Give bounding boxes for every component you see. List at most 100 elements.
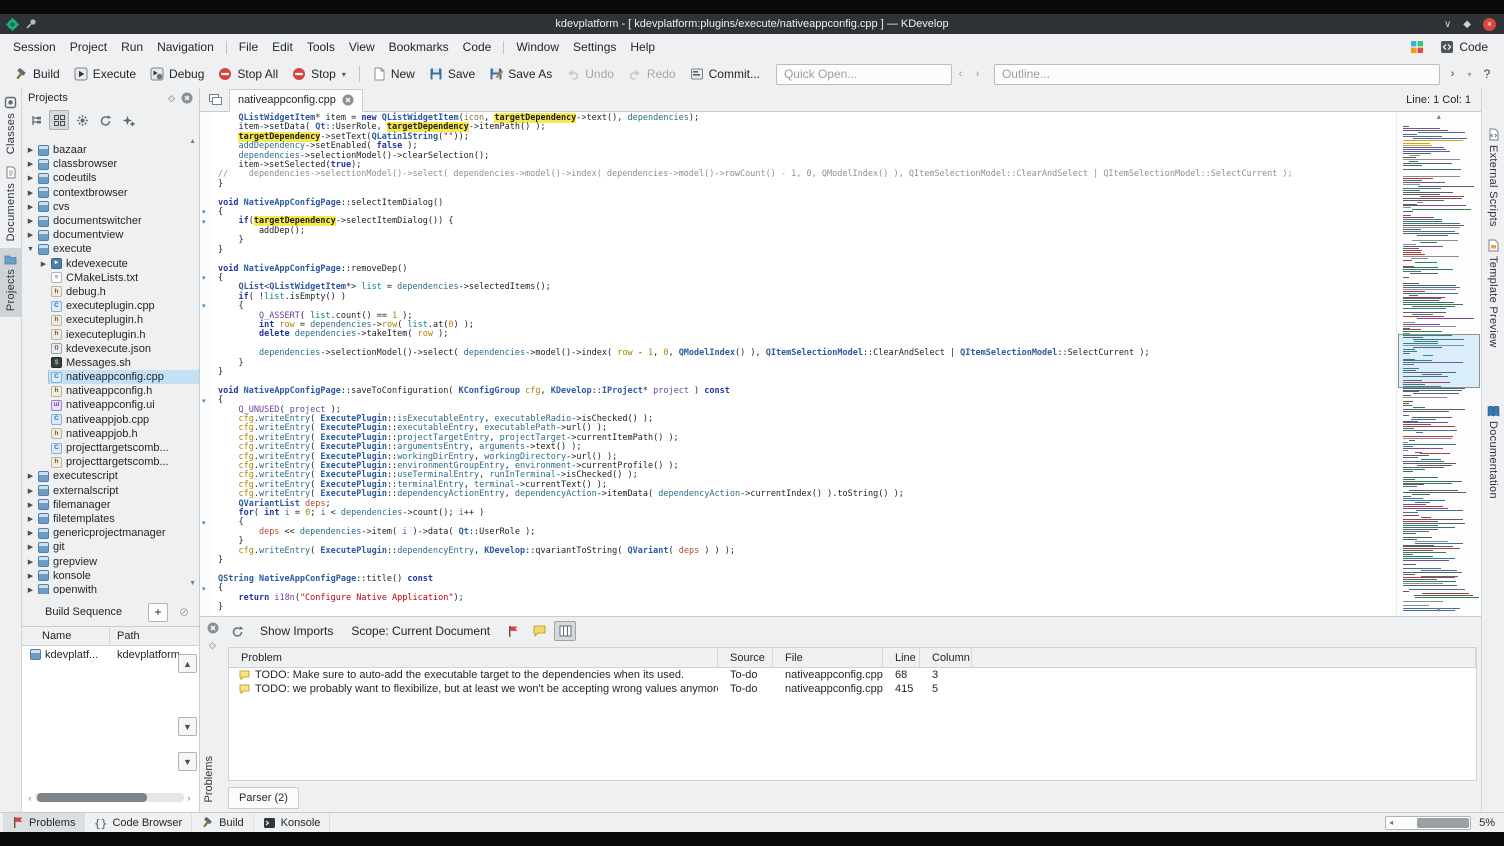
tree-item-documentswitcher[interactable]: ▶ documentswitcher [22, 214, 199, 228]
column-header-column[interactable]: Column [920, 648, 972, 667]
tree-item-genericprojectmanager[interactable]: ▶ genericprojectmanager [22, 526, 199, 540]
expand-arrow-icon[interactable]: ▶ [38, 260, 49, 268]
float-panel-icon[interactable]: ◇ [168, 93, 175, 104]
menu-project[interactable]: Project [63, 36, 114, 58]
code-line[interactable]: } [218, 179, 1396, 189]
build-sequence-row[interactable]: kdevplatf... kdevplatform [22, 646, 199, 663]
tree-item-nativeappconfig-h[interactable]: h nativeappconfig.h [22, 384, 199, 398]
scroll-up-icon[interactable]: ▲ [1397, 114, 1481, 121]
close-bottom-panel-icon[interactable] [207, 622, 219, 634]
code-line[interactable]: cfg.writeEntry( ExecutePlugin::dependenc… [218, 546, 1396, 556]
collapse-arrow-icon[interactable]: ▼ [25, 246, 36, 253]
right-tab-external-scripts[interactable]: External Scripts [1482, 122, 1504, 233]
add-build-sequence-button[interactable]: + [148, 602, 168, 622]
help-button[interactable]: ? [1478, 64, 1496, 85]
grid-button[interactable] [49, 110, 69, 130]
code-line[interactable]: delete dependencies->takeItem( row ); [218, 329, 1396, 339]
expand-arrow-icon[interactable]: ▶ [25, 487, 36, 495]
menu-session[interactable]: Session [6, 36, 63, 58]
tree-item-contextbrowser[interactable]: ▶ contextbrowser [22, 186, 199, 200]
dropdown-arrow-icon[interactable]: ▾ [342, 70, 346, 79]
expand-arrow-icon[interactable]: ▶ [25, 529, 36, 537]
code-line[interactable]: dependencies->selectionModel()->clearSel… [218, 151, 1396, 161]
undo-button[interactable]: Undo [560, 63, 620, 85]
tree-item-nativeappjob-h[interactable]: h nativeappjob.h [22, 427, 199, 441]
pin-icon[interactable] [25, 18, 37, 30]
tree-item-bazaar[interactable]: ▶ bazaar [22, 143, 199, 157]
code-line[interactable]: } [218, 358, 1396, 368]
column-header-name[interactable]: Name [22, 627, 110, 645]
code-editor[interactable]: ▾ ▾ ▾ ▾ ▾ ▾ ▾ QListWidgetItem* item = new QLis… [200, 112, 1481, 616]
scroll-down-icon[interactable]: ▼ [1397, 607, 1481, 614]
redo-button[interactable]: Redo [622, 63, 682, 85]
fold-marker-icon[interactable]: ▾ [202, 397, 206, 406]
menu-code[interactable]: Code [456, 36, 499, 58]
zoom-slider[interactable]: ◂ [1385, 815, 1472, 830]
tree-item-nativeappconfig-ui[interactable]: ui nativeappconfig.ui [22, 398, 199, 412]
left-tab-classes[interactable]: Classes [0, 90, 22, 160]
code-line[interactable]: QList<QListWidgetItem*> list = dependenc… [218, 282, 1396, 292]
column-header-line[interactable]: Line [883, 648, 920, 667]
code-line[interactable]: if(targetDependency->selectItemDialog())… [218, 216, 1396, 227]
code-line[interactable]: } [218, 602, 1396, 612]
menu-edit[interactable]: Edit [265, 36, 300, 58]
tree-item-debug-h[interactable]: h debug.h [22, 285, 199, 299]
quick-open-input[interactable]: Quick Open... [775, 63, 952, 85]
column-header-problem[interactable]: Problem [229, 648, 718, 667]
expand-arrow-icon[interactable]: ▶ [25, 146, 36, 154]
minimap-viewport[interactable] [1397, 334, 1480, 388]
code-line[interactable]: dependencies->selectionModel()->select( … [218, 348, 1396, 358]
tree-item-git[interactable]: ▶ git [22, 540, 199, 554]
tree-item-executeplugin-h[interactable]: h executeplugin.h [22, 313, 199, 327]
horizontal-scrollbar[interactable]: ‹ › [25, 791, 194, 804]
code-line[interactable]: QString NativeAppConfigPage::title() con… [218, 574, 1396, 584]
tree-item-externalscript[interactable]: ▶ externalscript [22, 484, 199, 498]
float-bottom-panel-icon[interactable]: ◇ [209, 640, 216, 651]
refresh-icon[interactable] [226, 621, 248, 641]
expand-arrow-icon[interactable]: ▶ [25, 217, 36, 225]
menu-view[interactable]: View [342, 36, 382, 58]
left-tab-projects[interactable]: Projects [0, 247, 22, 317]
code-line[interactable]: addDep(); [218, 226, 1396, 236]
tree-scroll-up-icon[interactable]: ▲ [189, 138, 196, 145]
activities-grid-icon[interactable] [1410, 40, 1424, 54]
code-line[interactable]: } [218, 235, 1396, 245]
nav-back-button[interactable]: ‹ [952, 64, 969, 85]
tab-close-icon[interactable] [342, 94, 354, 106]
tree-item-classbrowser[interactable]: ▶ classbrowser [22, 157, 199, 171]
expand-arrow-icon[interactable]: ▶ [25, 160, 36, 168]
tree-item-cmakelists-txt[interactable]: ≡ CMakeLists.txt [22, 271, 199, 285]
column-header-path[interactable]: Path [110, 627, 199, 645]
expand-arrow-icon[interactable]: ▶ [25, 174, 36, 182]
tree-item-projecttargetscomb[interactable]: h projecttargetscomb... [22, 455, 199, 469]
flag-button[interactable] [502, 621, 524, 641]
problem-row[interactable]: TODO: we probably want to flexibilize, b… [229, 682, 1476, 696]
code-line[interactable]: void NativeAppConfigPage::removeDep() [218, 264, 1396, 274]
menu-run[interactable]: Run [114, 36, 150, 58]
document-list-icon[interactable] [208, 93, 223, 106]
code-line[interactable]: } [218, 555, 1396, 565]
gear-button[interactable] [72, 110, 92, 130]
fold-marker-icon[interactable]: ▾ [202, 585, 206, 594]
code-line[interactable]: return i18n("Configure Native Applicatio… [218, 593, 1396, 603]
code-line[interactable]: // dependencies->selectionModel()->selec… [218, 170, 1396, 179]
expand-arrow-icon[interactable]: ▶ [25, 231, 36, 239]
tree-scroll-down-icon[interactable]: ▼ [189, 580, 196, 587]
expand-arrow-icon[interactable]: ▶ [25, 515, 36, 523]
tree-item-filemanager[interactable]: ▶ filemanager [22, 498, 199, 512]
expand-arrow-icon[interactable]: ▶ [25, 586, 36, 594]
tree-item-kdevexecute-json[interactable]: {} kdevexecute.json [22, 342, 199, 356]
scroll-right-icon[interactable]: › [184, 793, 194, 803]
move-down-button[interactable]: ▼ [178, 717, 197, 736]
problems-side-tab[interactable]: Problems [203, 756, 215, 802]
code-line[interactable]: cfg.writeEntry( ExecutePlugin::dependenc… [218, 489, 1396, 499]
commit-button[interactable]: Commit... [684, 63, 766, 85]
scroll-left-icon[interactable]: ‹ [25, 793, 35, 803]
tree-item-messages-sh[interactable]: $ Messages.sh [22, 356, 199, 370]
tab-parser[interactable]: Parser (2) [228, 787, 299, 809]
fold-marker-icon[interactable]: ▾ [202, 274, 206, 283]
right-tab-template-preview[interactable]: Template Preview [1482, 233, 1504, 354]
fold-marker-icon[interactable]: ▾ [202, 208, 206, 217]
tree-item-nativeappjob-cpp[interactable]: Cnativeappjob.cpp [22, 413, 199, 427]
tree-item-filetemplates[interactable]: ▶ filetemplates [22, 512, 199, 526]
